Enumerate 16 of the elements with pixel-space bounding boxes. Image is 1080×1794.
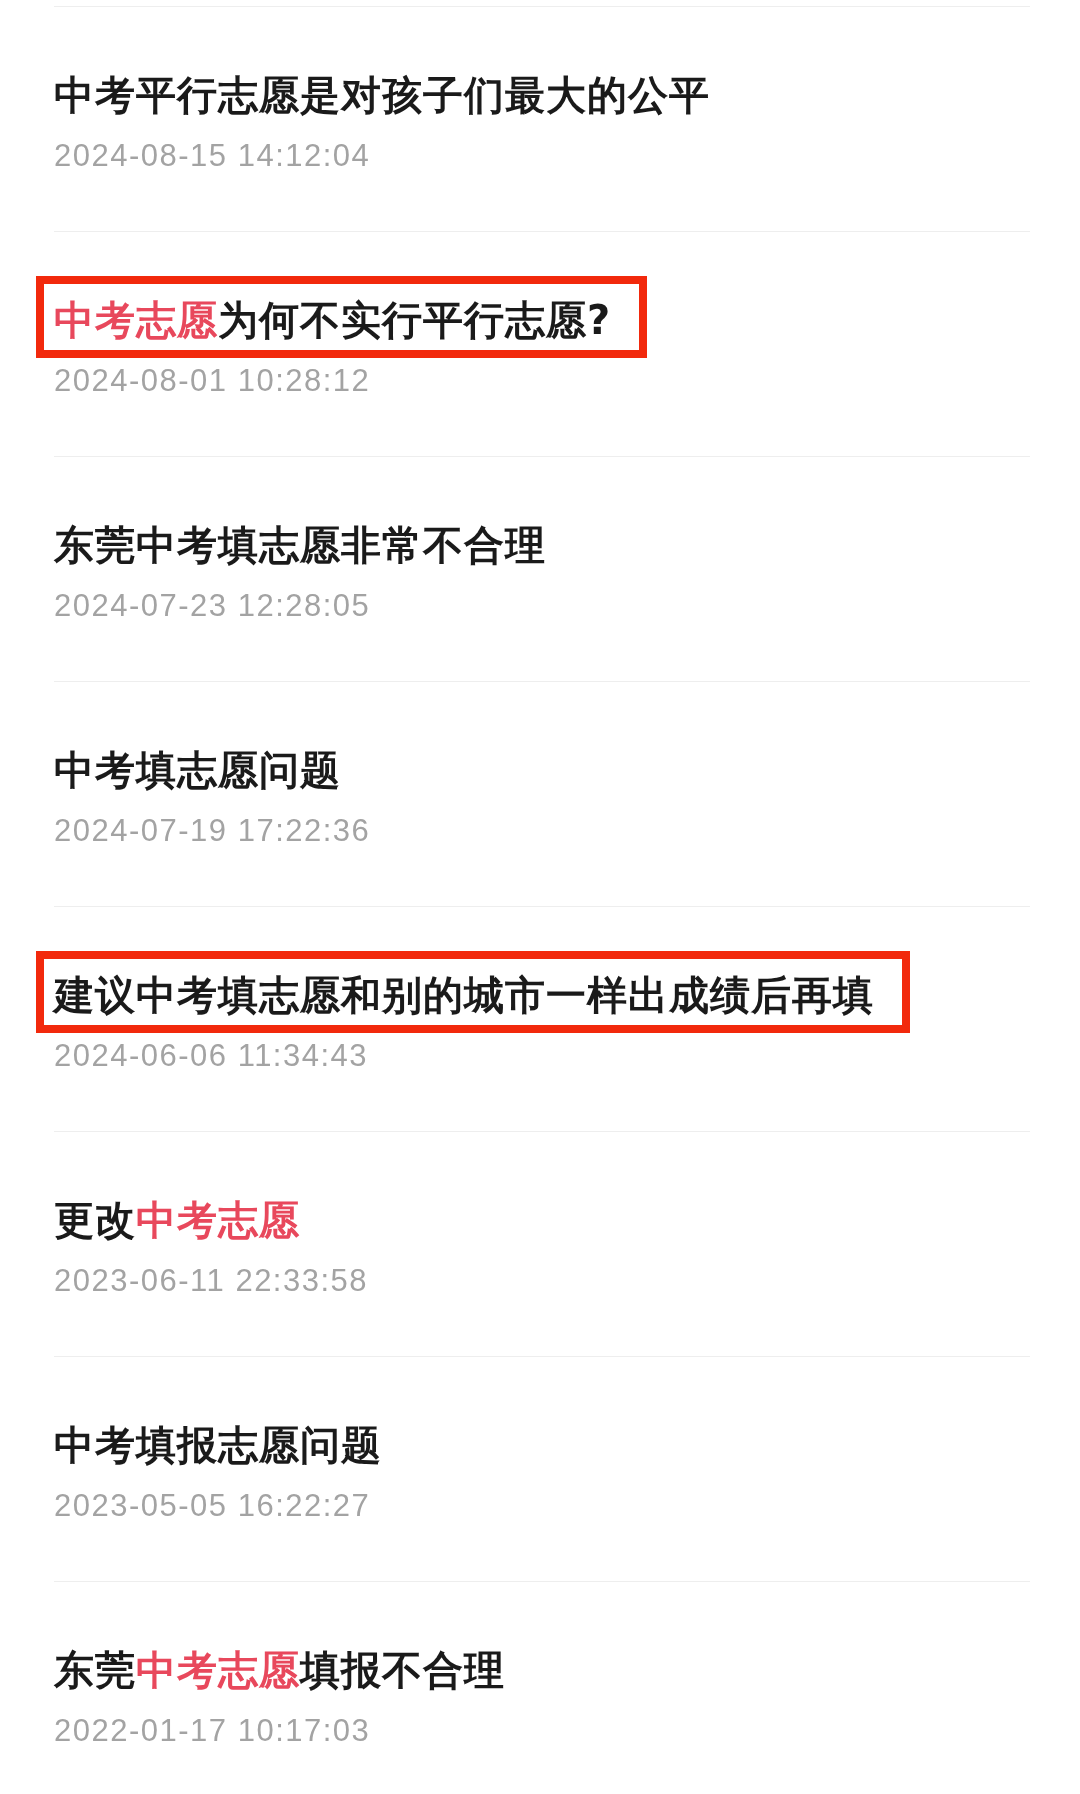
post-date: 2024-07-23 12:28:05 xyxy=(54,589,372,623)
post-date: 2024-08-01 10:28:12 xyxy=(54,364,372,398)
post-date: 2023-06-11 22:33:58 xyxy=(54,1264,370,1298)
article-title[interactable]: 中考填志愿问题 xyxy=(54,746,341,794)
post-date: 2024-08-15 14:12:04 xyxy=(54,139,372,173)
article-title[interactable]: 中考平行志愿是对孩子们最大的公平 xyxy=(54,71,710,119)
post-date: 2022-01-17 10:17:03 xyxy=(54,1714,372,1748)
article-title[interactable]: 更改中考志愿 xyxy=(54,1196,300,1244)
article-title[interactable]: 中考志愿为何不实行平行志愿? xyxy=(54,296,612,344)
post-date: 2023-05-05 16:22:27 xyxy=(54,1489,372,1523)
article-title[interactable]: 建议中考填志愿和别的城市一样出成绩后再填 xyxy=(54,971,874,1019)
post-date: 2024-07-19 17:22:36 xyxy=(54,814,372,848)
article-title[interactable]: 东莞中考填志愿非常不合理 xyxy=(54,521,546,569)
article-title[interactable]: 中考填报志愿问题 xyxy=(54,1421,382,1469)
article-title[interactable]: 东莞中考志愿填报不合理 xyxy=(54,1646,505,1694)
post-date: 2024-06-06 11:34:43 xyxy=(54,1039,370,1073)
